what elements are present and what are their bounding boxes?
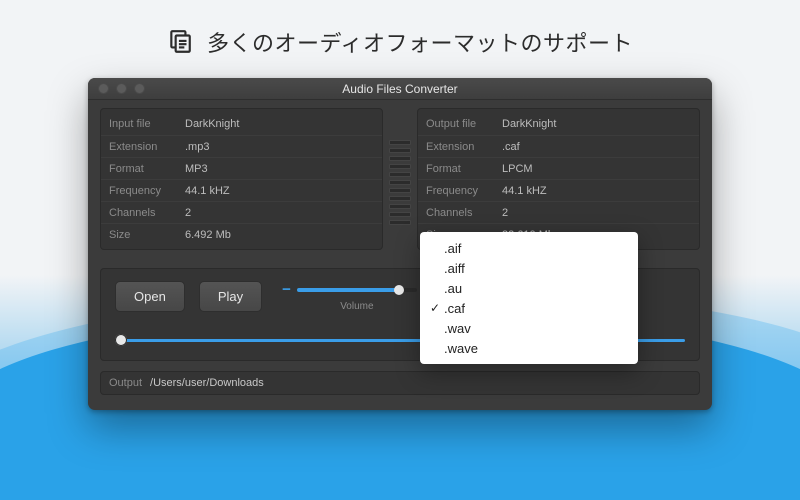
- output-format-value: LPCM: [502, 163, 533, 175]
- window-title: Audio Files Converter: [88, 82, 712, 96]
- input-ext-value: .mp3: [185, 141, 209, 153]
- output-freq-label: Frequency: [426, 185, 502, 197]
- output-path-value: /Users/user/Downloads: [150, 377, 264, 389]
- input-channels-value: 2: [185, 207, 191, 219]
- input-freq-label: Frequency: [109, 185, 185, 197]
- checkmark-icon: ✓: [426, 301, 444, 315]
- menu-item-caf[interactable]: ✓.caf: [420, 298, 638, 318]
- titlebar[interactable]: Audio Files Converter: [88, 78, 712, 100]
- output-channels-label: Channels: [426, 207, 502, 219]
- volume-label: Volume: [340, 301, 373, 312]
- output-panel: Output fileDarkKnight Extension.caf Form…: [417, 108, 700, 250]
- input-format-label: Format: [109, 163, 185, 175]
- input-size-label: Size: [109, 229, 185, 241]
- open-button[interactable]: Open: [115, 281, 185, 312]
- page-headline: 多くのオーディオフォーマットのサポート: [0, 26, 800, 58]
- headline-text: 多くのオーディオフォーマットのサポート: [207, 26, 633, 58]
- input-file-value: DarkKnight: [185, 118, 239, 130]
- output-channels-value: 2: [502, 207, 508, 219]
- output-ext-label: Extension: [426, 141, 502, 153]
- menu-item-au[interactable]: .au: [420, 278, 638, 298]
- copy-doc-icon: [167, 29, 193, 55]
- volume-knob[interactable]: [394, 285, 404, 295]
- input-channels-label: Channels: [109, 207, 185, 219]
- output-freq-value: 44.1 kHZ: [502, 185, 547, 197]
- input-freq-value: 44.1 kHZ: [185, 185, 230, 197]
- volume-slider[interactable]: [297, 288, 417, 292]
- output-file-label: Output file: [426, 118, 502, 130]
- input-format-value: MP3: [185, 163, 208, 175]
- output-file-value: DarkKnight: [502, 118, 556, 130]
- level-meter: [383, 108, 417, 250]
- menu-item-aif[interactable]: .aif: [420, 238, 638, 258]
- volume-minus-icon[interactable]: −: [282, 281, 291, 298]
- output-path-label: Output: [109, 377, 142, 389]
- input-ext-label: Extension: [109, 141, 185, 153]
- input-file-label: Input file: [109, 118, 185, 130]
- progress-knob[interactable]: [115, 334, 127, 346]
- menu-item-wave[interactable]: .wave: [420, 338, 638, 358]
- menu-item-wav[interactable]: .wav: [420, 318, 638, 338]
- format-dropdown-menu[interactable]: .aif .aiff .au ✓.caf .wav .wave: [420, 232, 638, 364]
- menu-item-aiff[interactable]: .aiff: [420, 258, 638, 278]
- output-ext-value[interactable]: .caf: [502, 141, 520, 153]
- output-format-label: Format: [426, 163, 502, 175]
- input-panel: Input fileDarkKnight Extension.mp3 Forma…: [100, 108, 383, 250]
- input-size-value: 6.492 Mb: [185, 229, 231, 241]
- play-button[interactable]: Play: [199, 281, 262, 312]
- output-path-row[interactable]: Output /Users/user/Downloads: [100, 371, 700, 395]
